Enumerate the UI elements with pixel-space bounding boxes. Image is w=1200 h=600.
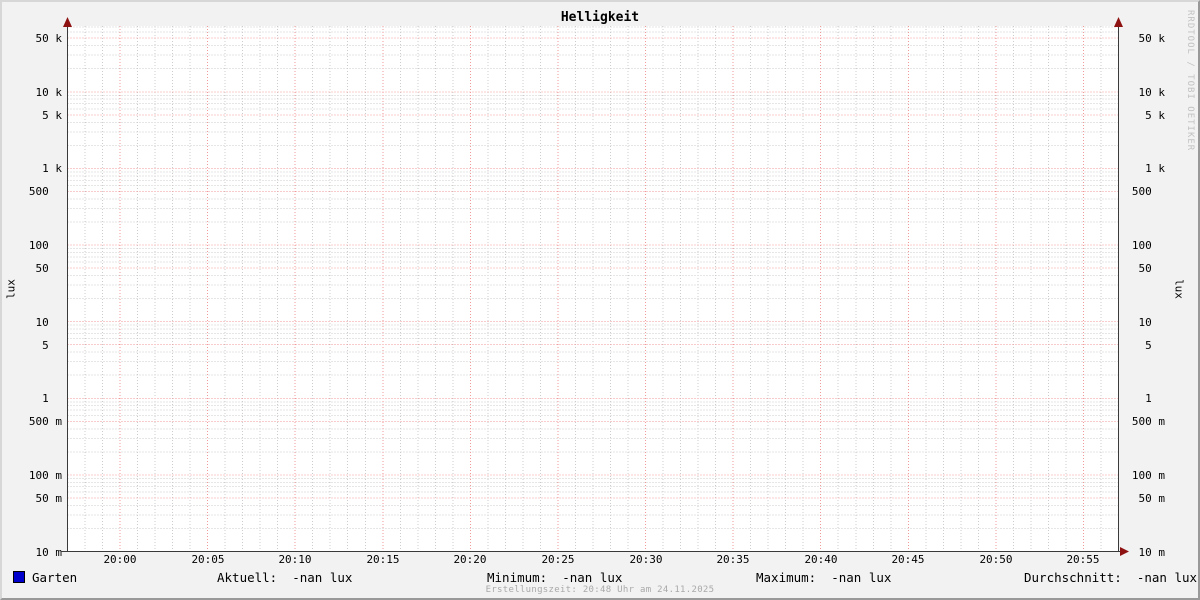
y-tick-label-right: 500 m (1131, 415, 1165, 428)
y-tick-label-left: 50 k (35, 32, 63, 45)
y-tick-label-left: 500 (28, 185, 62, 198)
stat-minimum: Minimum: -nan lux (487, 570, 622, 585)
x-tick-label: 20:10 (278, 553, 312, 566)
creation-timestamp: Erstellungszeit: 20:48 Uhr am 24.11.2025 (485, 585, 715, 595)
y-tick-label-left: 50 m (35, 492, 63, 505)
y-tick-label-right: 50 m (1138, 492, 1166, 505)
y-tick-label-left: 10 (35, 316, 62, 329)
legend-color-swatch (13, 571, 25, 583)
x-tick-label: 20:55 (1066, 553, 1100, 566)
rrdtool-graph: Helligkeit 50 k 10 k 5 k 1 k 500 100 50 10 5… (0, 0, 1200, 600)
stat-durchschnitt-label: Durchschnitt: (1024, 570, 1122, 585)
x-tick-label: 20:20 (453, 553, 487, 566)
y-tick-label-right: 5 k (1145, 109, 1165, 122)
y-tick-label-right: 100 m (1131, 469, 1165, 482)
x-tick-label: 20:35 (716, 553, 750, 566)
y-tick-label-right: 10 m (1138, 546, 1166, 559)
stat-durchschnitt: Durchschnitt: -nan lux (1024, 570, 1197, 585)
legend-series-label: Garten (32, 570, 78, 585)
chart-title: Helligkeit (560, 10, 640, 25)
y-tick-label-right: 500 (1131, 185, 1165, 198)
stat-aktuell: Aktuell: -nan lux (217, 570, 352, 585)
legend: Garten Aktuell: -nan lux Minimum: -nan lux… (2, 570, 1198, 585)
y-tick-label-right: 1 k (1145, 162, 1165, 175)
stat-aktuell-label: Aktuell: (217, 570, 278, 585)
stat-minimum-value: -nan lux (562, 570, 623, 585)
x-tick-label: 20:05 (191, 553, 225, 566)
x-tick-label: 20:50 (979, 553, 1013, 566)
y-tick-label-right: 10 k (1138, 86, 1166, 99)
stat-durchschnitt-value: -nan lux (1136, 570, 1198, 585)
stat-maximum-label: Maximum: (756, 570, 817, 585)
y-tick-label-left: 500 m (28, 415, 62, 428)
stat-maximum: Maximum: -nan lux (756, 570, 891, 585)
y-tick-label-right: 100 (1131, 239, 1165, 252)
y-axis-title-left: lux (4, 279, 18, 299)
y-tick-label-left: 1 k (42, 162, 62, 175)
stat-aktuell-value: -nan lux (292, 570, 353, 585)
y-axis-title-right: lux (1172, 279, 1186, 299)
y-tick-label-left: 5 (42, 339, 62, 352)
x-tick-label: 20:45 (891, 553, 925, 566)
y-tick-label-left: 5 k (42, 109, 62, 122)
x-tick-label: 20:15 (366, 553, 400, 566)
y-tick-label-left: 10 m (35, 546, 63, 559)
y-tick-label-left: 100 (28, 239, 62, 252)
x-tick-label: 20:40 (804, 553, 838, 566)
x-tick-label: 20:25 (541, 553, 575, 566)
y-tick-label-right: 10 (1138, 316, 1165, 329)
y-tick-label-right: 50 (1138, 262, 1165, 275)
y-tick-label-right: 5 (1145, 339, 1165, 352)
stat-minimum-label: Minimum: (487, 570, 548, 585)
y-tick-label-left: 50 (35, 262, 62, 275)
y-tick-label-right: 50 k (1138, 32, 1166, 45)
plot-area (61, 17, 1129, 556)
y-tick-label-right: 1 (1145, 392, 1165, 405)
rrdtool-watermark: RRDTOOL / TOBI OETIKER (1185, 10, 1195, 152)
x-tick-label: 20:00 (103, 553, 137, 566)
y-tick-label-left: 1 (42, 392, 62, 405)
stat-maximum-value: -nan lux (831, 570, 892, 585)
y-tick-label-left: 100 m (28, 469, 62, 482)
y-tick-label-left: 10 k (35, 86, 63, 99)
x-tick-label: 20:30 (629, 553, 663, 566)
